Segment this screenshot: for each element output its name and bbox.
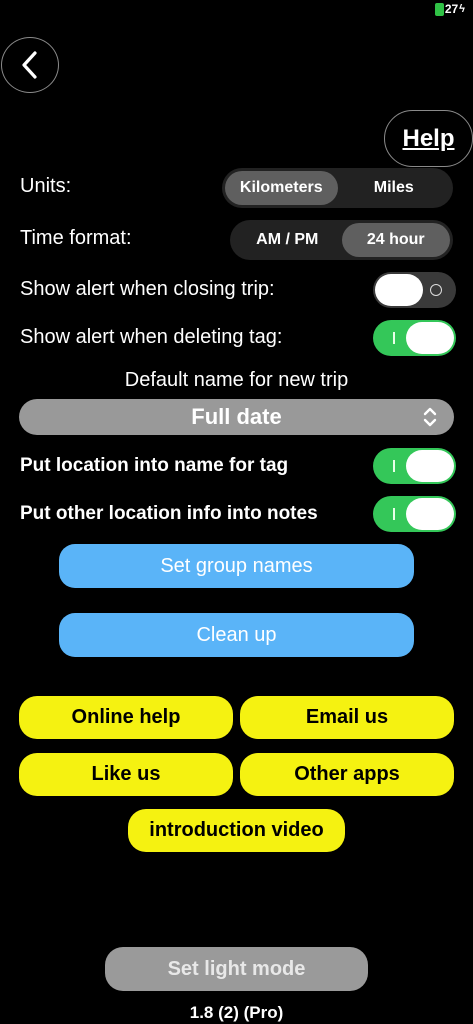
like-us-button[interactable]: Like us xyxy=(19,753,233,796)
set-light-mode-button[interactable]: Set light mode xyxy=(105,947,368,991)
units-label: Units: xyxy=(20,175,72,197)
back-chevron-icon xyxy=(22,51,37,79)
toggle-knob xyxy=(406,498,454,530)
battery-level: 27 xyxy=(444,2,459,16)
email-us-button[interactable]: Email us xyxy=(240,696,454,739)
charging-bolt-icon: ϟ xyxy=(459,3,465,15)
toggle-knob xyxy=(406,322,454,354)
alert-deleting-tag-toggle[interactable] xyxy=(373,320,456,356)
toggle-on-indicator-icon xyxy=(393,460,395,472)
units-option-kilometers[interactable]: Kilometers xyxy=(225,171,338,205)
toggle-knob xyxy=(375,274,423,306)
settings-screen: 27 ϟ Help Units: Kilometers Miles Time f… xyxy=(0,0,473,1024)
back-button[interactable] xyxy=(1,37,59,93)
other-apps-button[interactable]: Other apps xyxy=(240,753,454,796)
toggle-off-indicator-icon xyxy=(430,284,442,296)
introduction-video-button[interactable]: introduction video xyxy=(128,809,345,852)
location-notes-label: Put other location info into notes xyxy=(20,503,318,524)
alert-deleting-tag-label: Show alert when deleting tag: xyxy=(20,326,283,348)
clean-up-button[interactable]: Clean up xyxy=(59,613,414,657)
time-format-segmented-control: AM / PM 24 hour xyxy=(230,220,453,260)
version-label: 1.8 (2) (Pro) xyxy=(189,1003,284,1022)
time-option-24-hour[interactable]: 24 hour xyxy=(341,223,450,257)
toggle-on-indicator-icon xyxy=(393,508,395,520)
battery-icon xyxy=(434,2,444,16)
units-option-miles[interactable]: Miles xyxy=(338,171,451,205)
time-option-am-pm[interactable]: AM / PM xyxy=(233,223,342,257)
help-button[interactable]: Help xyxy=(384,110,473,167)
alert-closing-trip-label: Show alert when closing trip: xyxy=(20,278,275,300)
alert-closing-trip-toggle[interactable] xyxy=(373,272,456,308)
units-segmented-control: Kilometers Miles xyxy=(222,168,453,208)
location-notes-toggle[interactable] xyxy=(373,496,456,532)
default-name-caption: Default name for new trip xyxy=(124,369,349,391)
toggle-on-indicator-icon xyxy=(393,332,395,344)
set-group-names-button[interactable]: Set group names xyxy=(59,544,414,588)
default-name-select[interactable]: Full date xyxy=(19,399,454,435)
location-tag-name-toggle[interactable] xyxy=(373,448,456,484)
location-tag-name-label: Put location into name for tag xyxy=(20,455,289,476)
default-name-value: Full date xyxy=(191,404,282,429)
chevron-up-down-icon xyxy=(423,407,437,427)
toggle-knob xyxy=(406,450,454,482)
battery-indicator: 27 ϟ xyxy=(434,2,465,16)
time-format-label: Time format: xyxy=(20,227,132,249)
online-help-button[interactable]: Online help xyxy=(19,696,233,739)
